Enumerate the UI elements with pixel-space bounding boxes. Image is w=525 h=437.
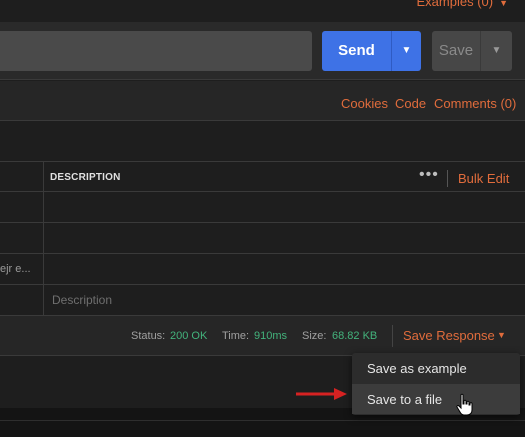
red-arrow-icon <box>296 388 347 400</box>
column-divider <box>43 192 44 223</box>
chevron-down-icon: ▼ <box>499 0 508 8</box>
menu-item-label: Save as example <box>367 361 467 376</box>
column-divider <box>43 223 44 254</box>
menu-item-save-to-file[interactable]: Save to a file <box>352 384 520 414</box>
url-input[interactable] <box>0 31 312 71</box>
table-row <box>0 192 525 223</box>
examples-dropdown[interactable]: Examples (0) ▼ <box>417 0 509 9</box>
column-divider <box>43 285 44 316</box>
postman-window: Examples (0) ▼ Send ▼ Save ▼ Cookies Code… <box>0 0 525 437</box>
send-options-chevron-icon[interactable]: ▼ <box>392 31 421 71</box>
row-value-text[interactable]: ejr e... <box>0 263 31 275</box>
divider <box>0 420 525 421</box>
menu-item-label: Save to a file <box>367 392 443 407</box>
save-response-button[interactable]: Save Response <box>403 328 495 343</box>
chevron-down-icon[interactable]: ▼ <box>497 330 506 340</box>
status-label: Status: <box>131 330 166 342</box>
response-status-bar: Status: 200 OK Time: 910ms Size: 68.82 K… <box>0 316 525 356</box>
menu-item-save-as-example[interactable]: Save as example <box>352 353 520 383</box>
save-response-menu: Save as example Save to a file <box>352 353 520 415</box>
table-header: DESCRIPTION ••• Bulk Edit <box>0 161 525 193</box>
table-row: ejr e... <box>0 254 525 285</box>
size-label: Size: <box>302 330 327 342</box>
send-button[interactable]: Send ▼ <box>322 31 421 71</box>
save-options-chevron-icon[interactable]: ▼ <box>481 31 512 71</box>
header-divider <box>447 170 448 187</box>
save-button-label: Save <box>438 42 474 59</box>
request-url-bar: Send ▼ Save ▼ <box>0 22 525 80</box>
bulk-edit-link[interactable]: Bulk Edit <box>458 171 509 186</box>
send-button-label: Send <box>338 42 375 59</box>
code-link[interactable]: Code <box>395 96 426 111</box>
size-value: 68.82 KB <box>332 330 378 342</box>
more-options-icon[interactable]: ••• <box>419 166 439 184</box>
status-value: 200 OK <box>170 330 208 342</box>
table-row: Description <box>0 285 525 316</box>
time-label: Time: <box>222 330 250 342</box>
examples-label: Examples (0) <box>416 0 494 9</box>
comments-link[interactable]: Comments (0) <box>434 96 516 111</box>
status-divider <box>392 325 393 347</box>
description-field[interactable]: Description <box>52 293 112 307</box>
save-button[interactable]: Save ▼ <box>432 31 512 71</box>
cookies-link[interactable]: Cookies <box>341 96 388 111</box>
column-divider <box>43 254 44 285</box>
hand-cursor-icon <box>456 393 473 416</box>
time-value: 910ms <box>254 330 288 342</box>
request-links-bar: Cookies Code Comments (0) <box>0 81 525 121</box>
description-column-header: DESCRIPTION <box>50 172 121 183</box>
column-divider <box>43 162 44 193</box>
table-row <box>0 223 525 254</box>
